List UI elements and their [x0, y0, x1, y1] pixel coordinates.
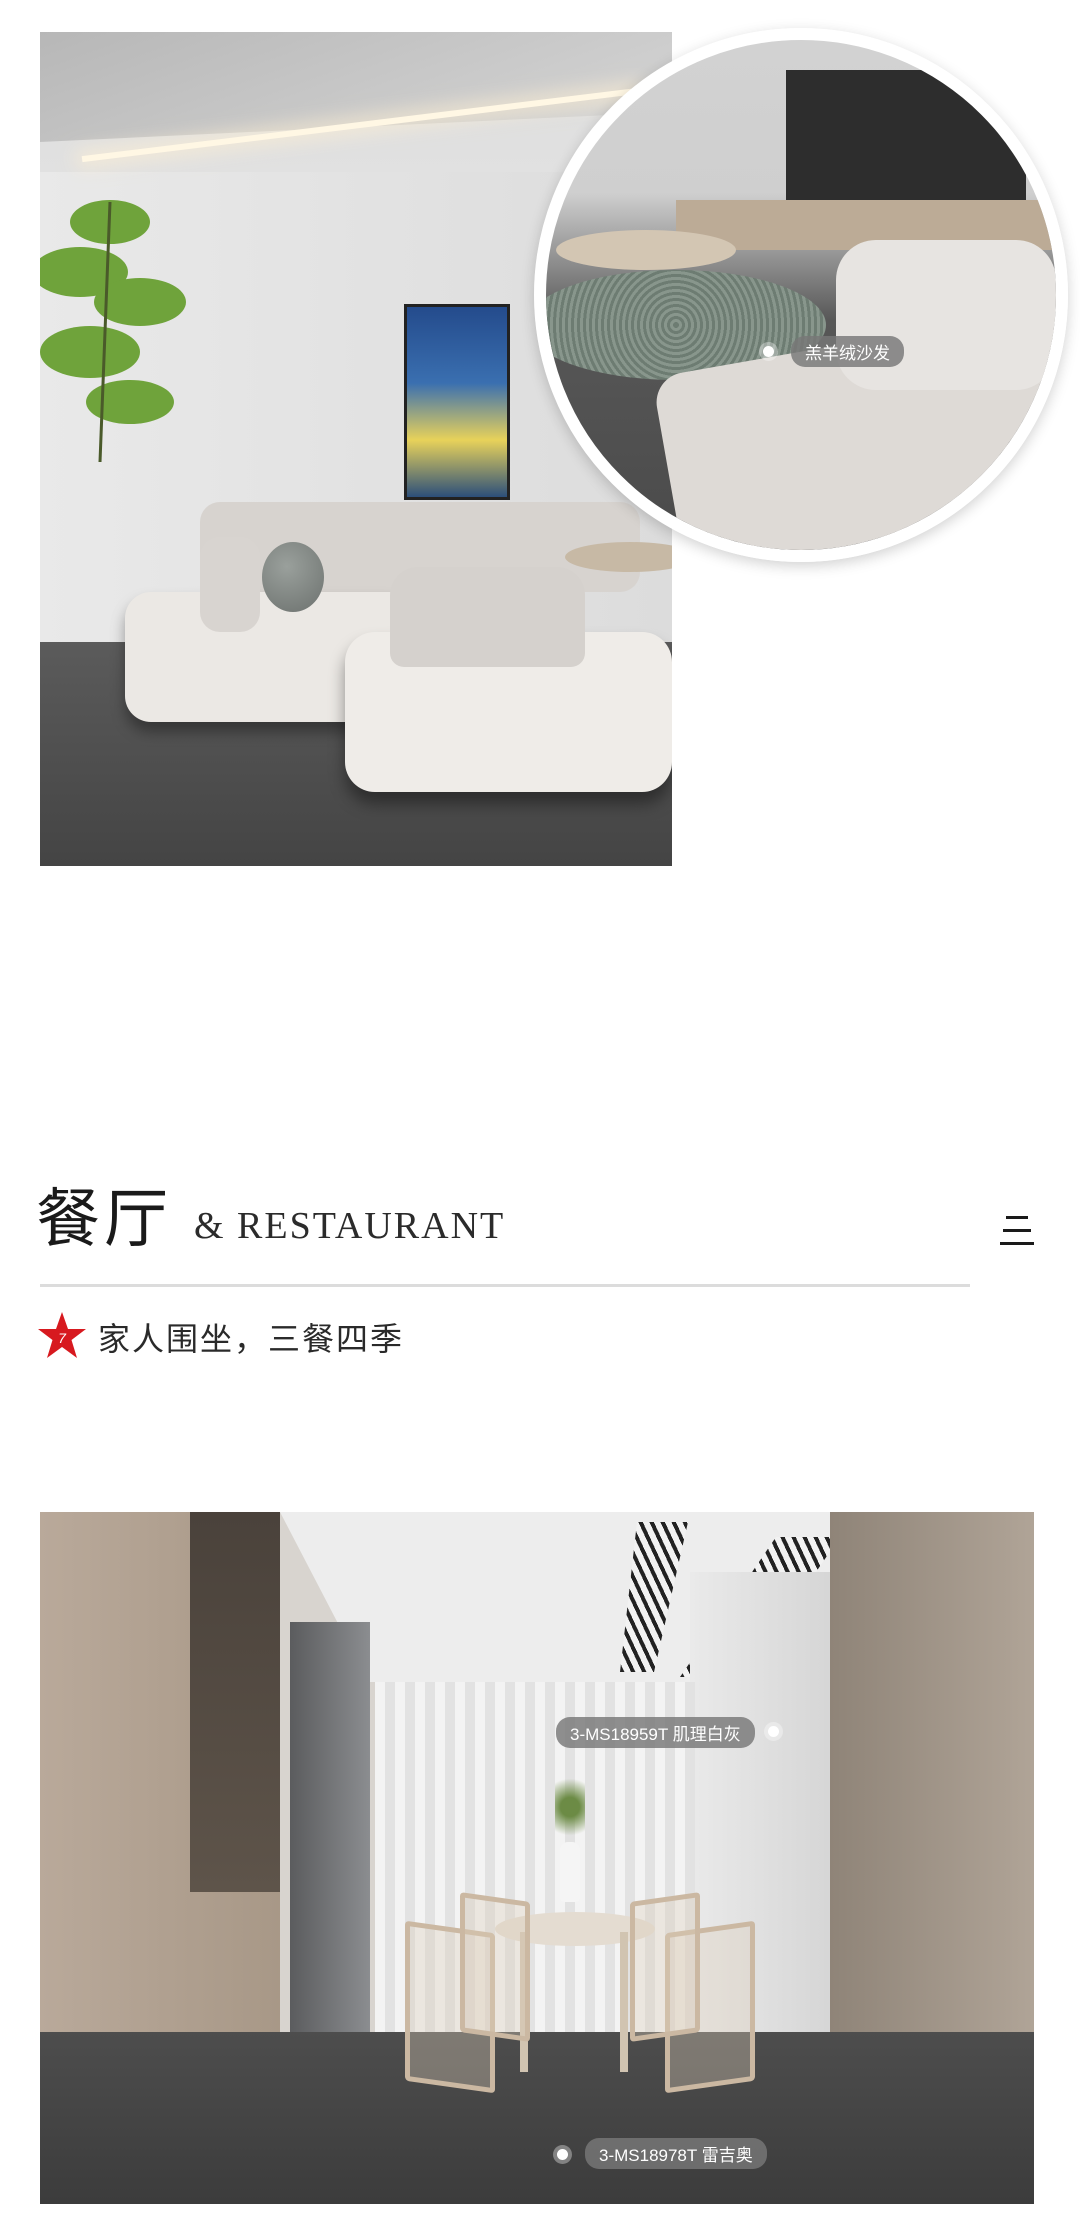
sofa-cushion-small	[200, 537, 260, 632]
vase	[560, 1842, 580, 1902]
star-icon: 7	[38, 1312, 86, 1358]
product-tag-wall[interactable]: 3-MS18959T 肌理白灰	[556, 1717, 755, 1748]
sofa-cushion	[390, 567, 585, 667]
sofa-back-cushion	[836, 240, 1056, 390]
sofa-detail-circle: 羔羊绒沙发	[534, 28, 1068, 562]
section-title: 餐厅	[36, 1184, 172, 1255]
hotspot-dot[interactable]	[557, 2149, 568, 2160]
display-shelf	[190, 1512, 280, 1892]
restaurant-photo: 3-MS18959T 肌理白灰 3-MS18978T 雷吉奥	[40, 1512, 1034, 2204]
plant-illustration	[40, 200, 186, 462]
svg-text:7: 7	[58, 1330, 67, 1346]
wall-painting	[404, 304, 510, 500]
menu-icon[interactable]	[1000, 1216, 1034, 1246]
product-tag-floor[interactable]: 3-MS18978T 雷吉奥	[585, 2138, 767, 2169]
tv	[786, 70, 1026, 200]
section-subtitle: & RESTAURANT	[194, 1205, 506, 1247]
plant	[555, 1762, 585, 1852]
table-leg	[620, 1932, 628, 2072]
tagline: 家人围坐，三餐四季	[98, 1320, 405, 1358]
decor-ball	[262, 542, 324, 612]
hotspot-dot[interactable]	[768, 1726, 779, 1737]
hotspot-dot[interactable]	[763, 346, 774, 357]
divider	[40, 1284, 970, 1287]
floor	[40, 2032, 1034, 2204]
dining-chair	[630, 1892, 700, 2042]
coffee-table	[556, 230, 736, 270]
product-tag-sofa[interactable]: 羔羊绒沙发	[791, 336, 904, 367]
dining-chair	[460, 1892, 530, 2042]
